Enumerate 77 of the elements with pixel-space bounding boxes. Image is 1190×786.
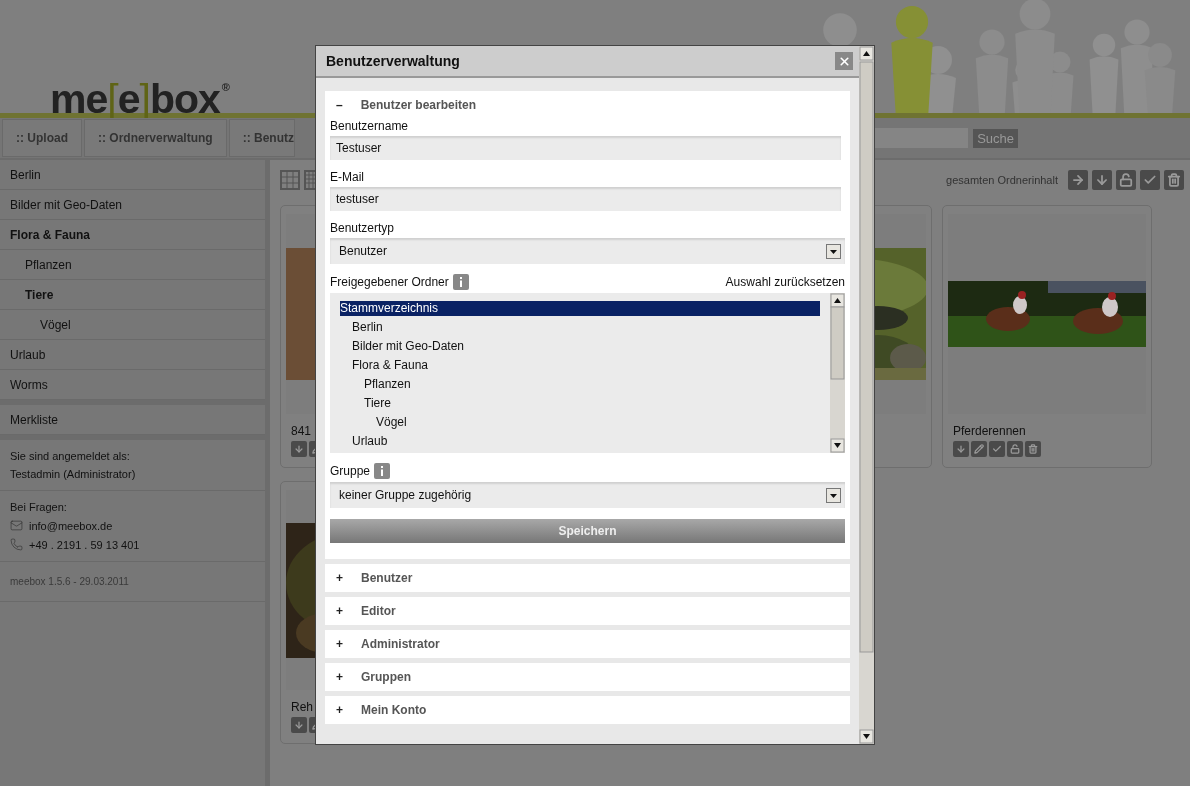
folder-option[interactable]: Berlin: [352, 320, 383, 335]
approve-button[interactable]: [1140, 170, 1160, 190]
section-header[interactable]: – Benutzer bearbeiten: [330, 91, 845, 119]
arrow-down-icon: [294, 444, 304, 454]
folder-option[interactable]: Flora & Fauna: [352, 358, 429, 373]
folder-option[interactable]: Urlaub: [352, 434, 388, 449]
folder-item[interactable]: Urlaub: [0, 340, 265, 370]
card-title: Reh: [291, 700, 313, 714]
folder-item[interactable]: Tiere: [0, 280, 265, 310]
open-lock-icon: [1010, 444, 1020, 454]
folder-item[interactable]: Bilder mit Geo-Daten: [0, 190, 265, 220]
folder-item[interactable]: Pflanzen: [0, 250, 265, 280]
folder-item[interactable]: Vögel: [0, 310, 265, 340]
field-label: Benutzername: [330, 119, 410, 133]
check-icon: [1143, 173, 1157, 187]
bulk-label: gesamten Ordnerinhalt: [946, 174, 1058, 186]
caret-icon: [826, 487, 841, 503]
phone-icon: [10, 538, 23, 551]
login-heading: Sie sind angemeldet als:: [10, 450, 131, 462]
dialog-scrollbar[interactable]: [859, 46, 874, 744]
select-field[interactable]: keiner Gruppe zugehörig: [330, 482, 845, 508]
folder-option[interactable]: Bilder mit Geo-Daten: [352, 339, 465, 354]
info-icon[interactable]: [452, 274, 469, 290]
delete-button[interactable]: [1164, 170, 1184, 190]
reset-link[interactable]: Auswahl zurücksetzen: [725, 275, 845, 289]
download-button[interactable]: [953, 441, 969, 457]
arrow-down-icon: [1095, 173, 1109, 187]
pencil-icon: [974, 444, 984, 454]
caret-icon: [826, 243, 841, 259]
select-field[interactable]: Benutzer: [330, 238, 845, 264]
open-lock-icon: [1119, 173, 1133, 187]
trash-icon: [1167, 173, 1181, 187]
section-header[interactable]: + Mein Konto: [330, 696, 845, 724]
mail-icon: [10, 519, 23, 532]
download-button[interactable]: [1092, 170, 1112, 190]
phone-number: +49 . 2191 . 59 13 401: [29, 538, 140, 551]
arrow-down-icon: [956, 444, 966, 454]
unlock-button[interactable]: [1007, 441, 1023, 457]
contact-heading: Bei Fragen:: [10, 501, 68, 513]
text-field[interactable]: testuser: [330, 187, 841, 211]
email-link[interactable]: info@meebox.de: [29, 519, 113, 532]
download-button[interactable]: [291, 441, 307, 457]
folder-option[interactable]: Stammverzeichnis: [340, 301, 820, 316]
unlock-button[interactable]: [1116, 170, 1136, 190]
folder-list[interactable]: Stammverzeichnis Berlin Bilder mit Geo-Daten Flora & Fauna Pflanzen Tiere Vögel Urlaub: [330, 293, 845, 453]
version-text: meebox 1.5.6 - 29.03.2011: [10, 576, 130, 587]
scrollbar[interactable]: [830, 293, 845, 453]
field-label: Freigegebener Ordner: [330, 275, 449, 289]
section-header[interactable]: + Administrator: [330, 630, 845, 658]
folder-option[interactable]: Vögel: [376, 415, 407, 430]
move-button[interactable]: [1068, 170, 1088, 190]
arrow-down-icon: [294, 720, 304, 730]
edit-button[interactable]: [971, 441, 987, 457]
approve-button[interactable]: [989, 441, 1005, 457]
section-header[interactable]: + Editor: [330, 597, 845, 625]
login-user: Testadmin (Administrator): [10, 468, 137, 480]
download-button[interactable]: [291, 717, 307, 733]
folder-item[interactable]: Berlin: [0, 160, 265, 190]
folder-option[interactable]: Pflanzen: [364, 377, 411, 392]
card-title: 841: [291, 424, 312, 438]
image-card[interactable]: Pferderennen: [942, 205, 1152, 468]
close-button[interactable]: [835, 52, 853, 70]
info-icon[interactable]: [374, 463, 391, 479]
close-icon: [837, 54, 851, 68]
field-label: Gruppe: [330, 464, 371, 478]
folder-option[interactable]: Tiere: [364, 396, 391, 411]
text-field[interactable]: Testuser: [330, 136, 841, 160]
card-title: Pferderennen: [953, 424, 1026, 438]
field-label: Benutzertyp: [330, 221, 396, 235]
section-header[interactable]: + Benutzer: [330, 564, 845, 592]
field-label: E-Mail: [330, 170, 365, 184]
delete-button[interactable]: [1025, 441, 1041, 457]
check-icon: [992, 444, 1002, 454]
dialog-title: Benutzerverwaltung: [326, 53, 460, 69]
folder-item[interactable]: Flora & Fauna: [0, 220, 265, 250]
trash-icon: [1028, 444, 1038, 454]
section-header[interactable]: + Gruppen: [330, 663, 845, 691]
